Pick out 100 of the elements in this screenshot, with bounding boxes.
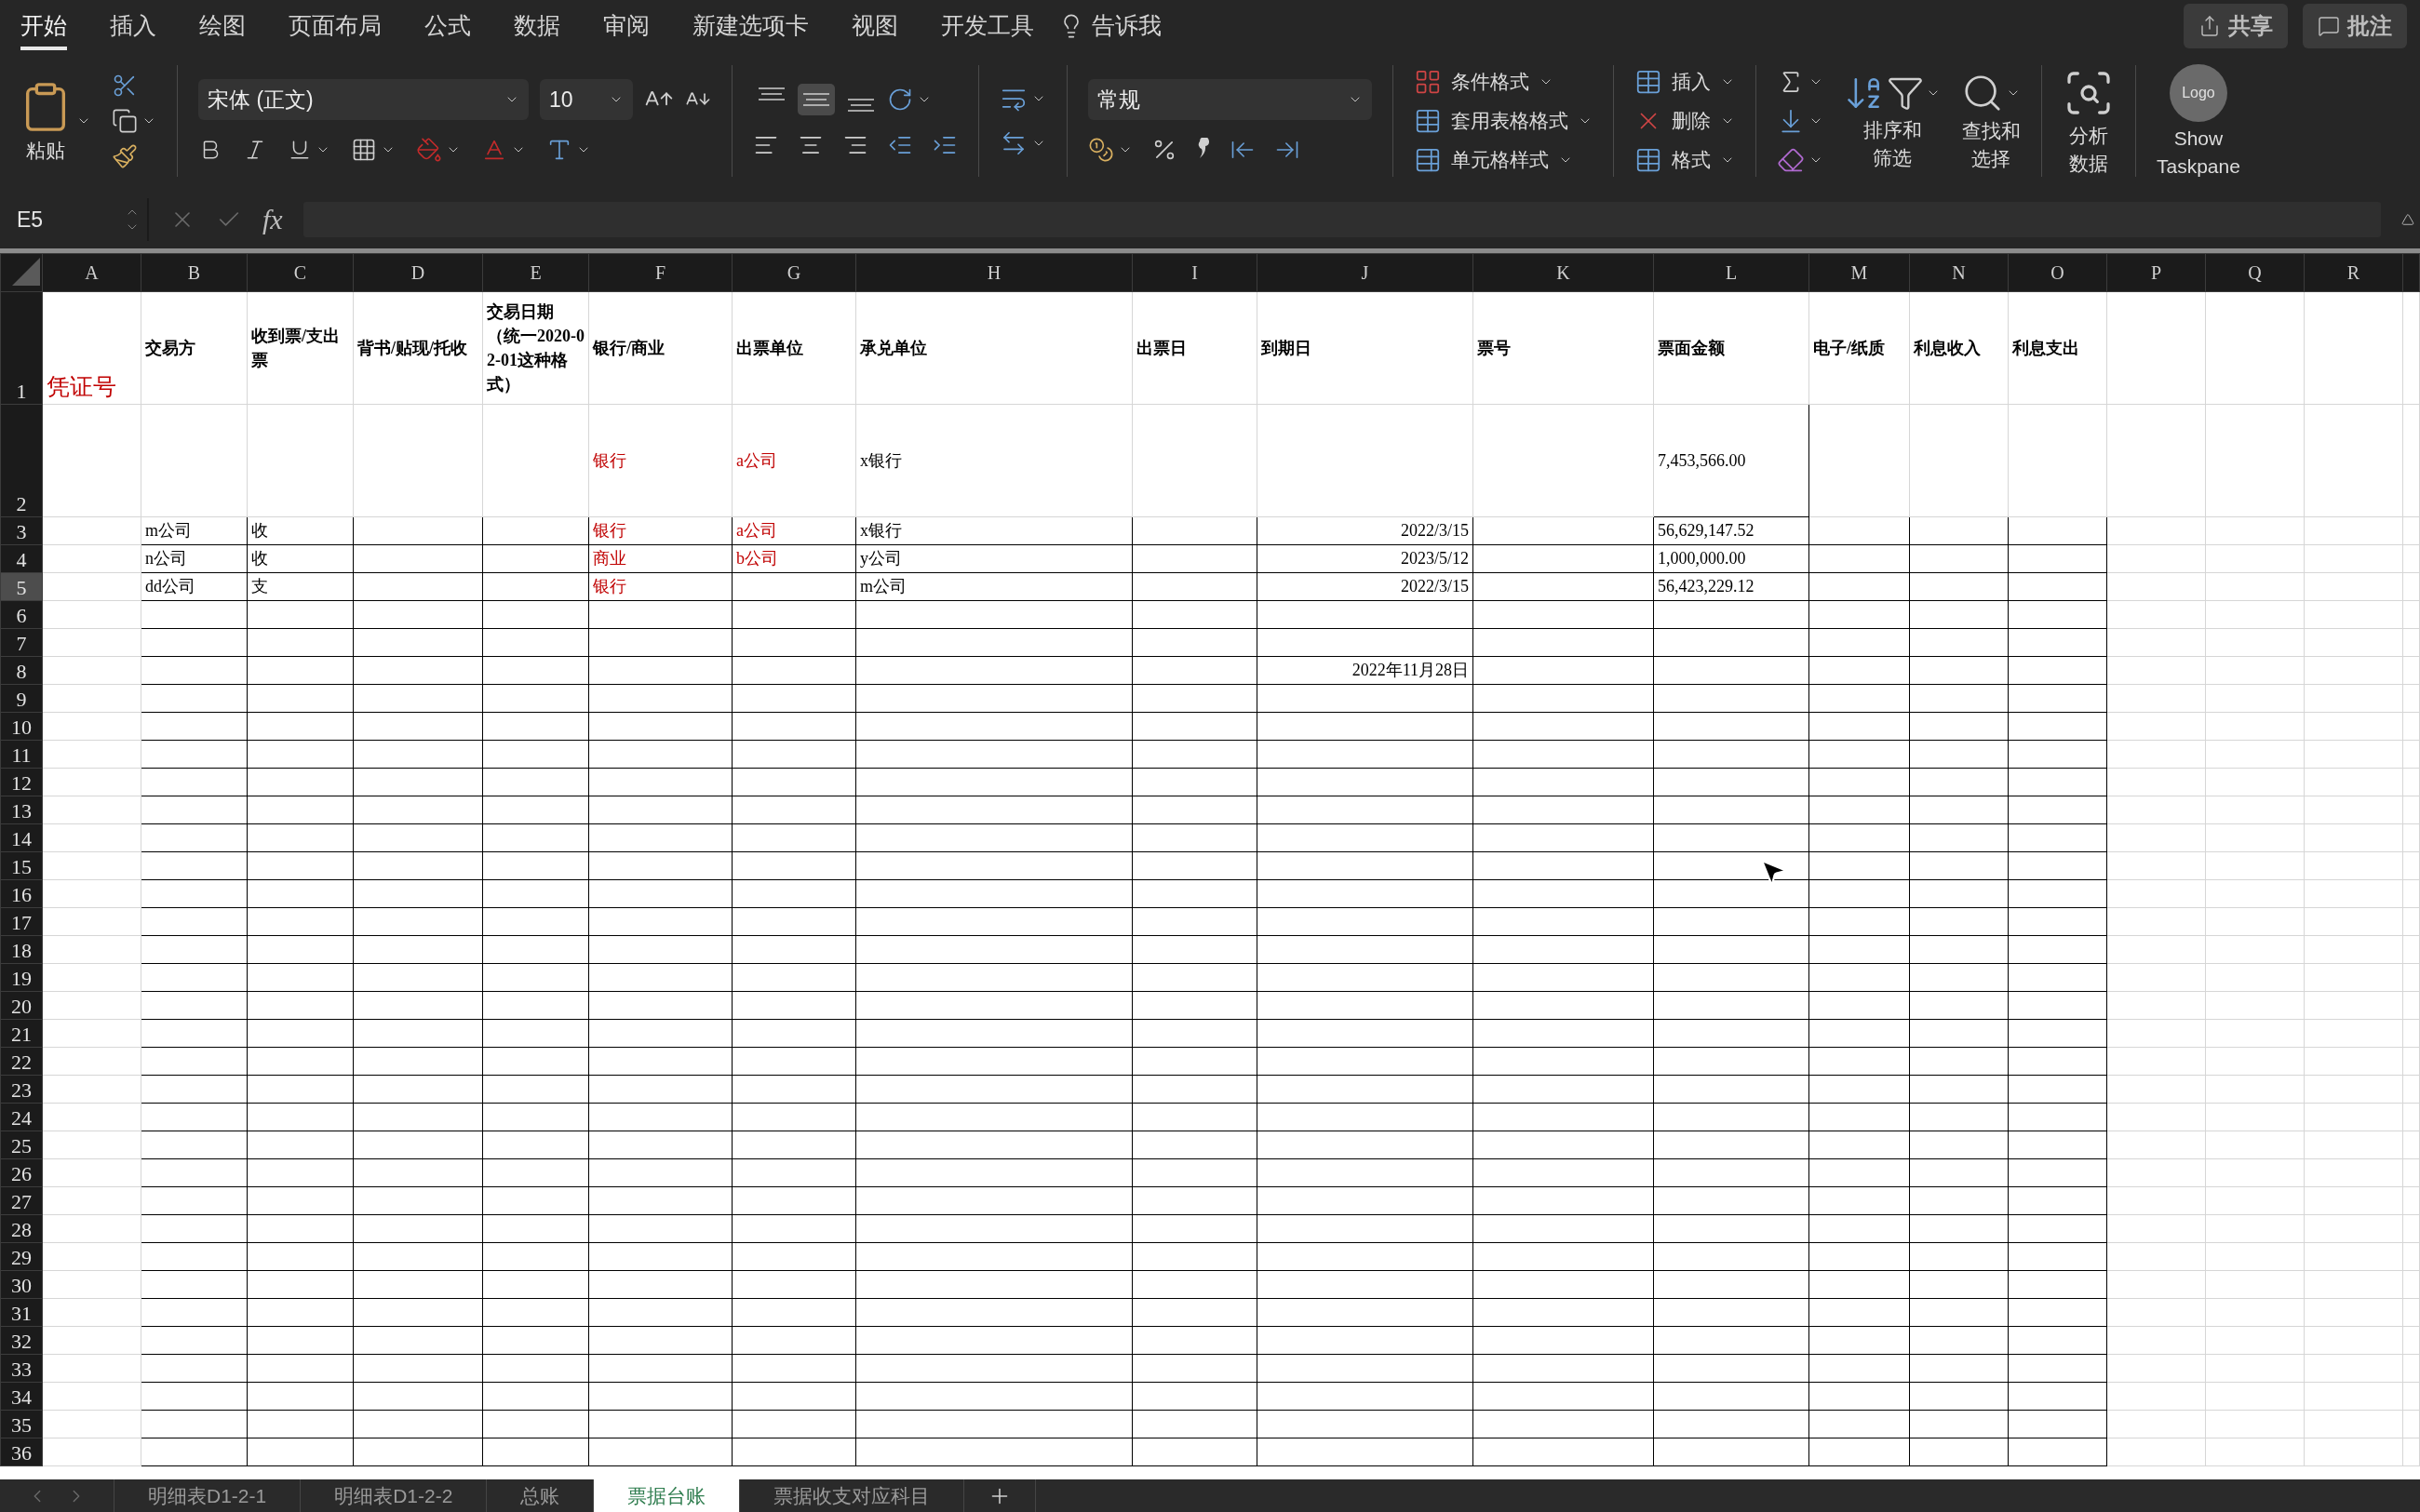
add-sheet-button[interactable] — [963, 1479, 1037, 1512]
row-number[interactable]: 35 — [0, 1410, 43, 1438]
name-box[interactable]: E5 — [0, 198, 149, 241]
align-top-icon — [759, 87, 785, 100]
row-number[interactable]: 7 — [0, 628, 43, 657]
share-button[interactable]: 共享 — [2184, 3, 2288, 48]
table-cell: dd公司 — [141, 572, 248, 601]
insert-cells-button[interactable]: 插入 — [1634, 68, 1735, 96]
row-number[interactable]: 24 — [0, 1103, 43, 1131]
fill-color-icon[interactable] — [416, 137, 442, 163]
row-number[interactable]: 17 — [0, 907, 43, 936]
column-letter[interactable]: R — [2304, 253, 2403, 292]
paintbrush-icon[interactable] — [112, 143, 138, 169]
align-middle-icon — [803, 93, 829, 106]
row-number[interactable]: 27 — [0, 1186, 43, 1215]
row-number[interactable]: 2 — [0, 404, 43, 517]
row-number[interactable]: 32 — [0, 1326, 43, 1355]
column-letter[interactable]: J — [1257, 253, 1473, 292]
row-number[interactable]: 36 — [0, 1438, 43, 1466]
column-letter[interactable]: N — [1909, 253, 2009, 292]
coins-icon[interactable] — [1088, 137, 1114, 163]
insert-function-label[interactable]: fx — [262, 204, 283, 235]
row-number[interactable]: 21 — [0, 1019, 43, 1048]
menu-tab[interactable]: 绘图 — [199, 1, 246, 50]
row-number[interactable]: 8 — [0, 656, 43, 685]
show-taskpane-button[interactable]: Logo Show Taskpane — [2157, 63, 2240, 179]
font-size-dropdown[interactable]: 10 — [540, 79, 633, 120]
row-number[interactable]: 34 — [0, 1382, 43, 1411]
row-number[interactable]: 33 — [0, 1354, 43, 1383]
column-letter[interactable]: L — [1653, 253, 1809, 292]
row-number[interactable]: 26 — [0, 1158, 43, 1187]
menu-tab[interactable]: 数据 — [514, 1, 560, 50]
column-letter[interactable]: G — [732, 253, 856, 292]
cell-styles-button[interactable]: 单元格样式 — [1414, 146, 1573, 174]
column-letter[interactable]: O — [2008, 253, 2107, 292]
row-number[interactable]: 6 — [0, 600, 43, 629]
analyze-data-button[interactable]: 分析 数据 — [2063, 66, 2115, 176]
row-number[interactable]: 23 — [0, 1075, 43, 1104]
format-cells-button[interactable]: 格式 — [1634, 146, 1735, 174]
delete-cells-button[interactable]: 删除 — [1634, 107, 1735, 135]
column-letter[interactable]: Q — [2205, 253, 2305, 292]
find-select-button[interactable]: 查找和 选择 — [1961, 71, 2021, 171]
conditional-format-button[interactable]: 条件格式 — [1414, 68, 1553, 96]
menu-tab[interactable]: 新建选项卡 — [692, 1, 809, 50]
format-as-table-button[interactable]: 套用表格格式 — [1414, 107, 1593, 135]
row-number[interactable]: 10 — [0, 712, 43, 741]
row-number[interactable]: 14 — [0, 823, 43, 852]
column-letter[interactable]: F — [588, 253, 733, 292]
borders-icon[interactable] — [351, 137, 377, 163]
column-letter[interactable]: M — [1808, 253, 1910, 292]
font-name-dropdown[interactable]: 宋体 (正文) — [198, 79, 529, 120]
column-heading: 出票日 — [1132, 291, 1257, 405]
menu-tab[interactable]: 审阅 — [603, 1, 650, 50]
row-number[interactable]: 5 — [0, 572, 43, 601]
column-letter[interactable]: A — [42, 253, 141, 292]
row-number[interactable]: 9 — [0, 684, 43, 713]
column-letter[interactable]: C — [247, 253, 354, 292]
tell-me-search[interactable]: 告诉我 — [1092, 10, 1162, 41]
sort-filter-button[interactable]: 排序和 筛选 — [1844, 72, 1941, 170]
column-letter[interactable]: K — [1472, 253, 1654, 292]
column-letter[interactable]: B — [141, 253, 248, 292]
menu-tab[interactable]: 页面布局 — [289, 1, 382, 50]
menu-tab[interactable]: 视图 — [852, 1, 898, 50]
sheet-tab[interactable]: 票据台账 — [593, 1479, 740, 1512]
comment-icon[interactable] — [2318, 14, 2340, 37]
column-letter[interactable]: D — [353, 253, 483, 292]
menu-tab[interactable]: 开发工具 — [941, 1, 1034, 50]
row-number[interactable]: 18 — [0, 935, 43, 964]
row-number[interactable]: 15 — [0, 851, 43, 880]
column-letter[interactable]: H — [855, 253, 1133, 292]
row-number[interactable]: 19 — [0, 963, 43, 992]
row-number[interactable]: 3 — [0, 516, 43, 545]
eraser-icon[interactable] — [1777, 146, 1805, 174]
table-cell: n公司 — [141, 544, 248, 573]
column-letter[interactable]: P — [2106, 253, 2206, 292]
row-number[interactable]: 16 — [0, 879, 43, 908]
row-number[interactable]: 12 — [0, 768, 43, 796]
column-letter[interactable]: E — [482, 253, 589, 292]
row-number[interactable]: 1 — [0, 291, 43, 405]
share-icon[interactable] — [2198, 14, 2221, 37]
number-format-dropdown[interactable]: 常规 — [1088, 79, 1372, 120]
row-number[interactable]: 25 — [0, 1131, 43, 1159]
row-number[interactable]: 30 — [0, 1270, 43, 1299]
copy-icon[interactable] — [112, 108, 138, 134]
menu-tab[interactable]: 插入 — [110, 1, 156, 50]
row-number[interactable]: 11 — [0, 740, 43, 769]
expand-icon[interactable] — [2401, 213, 2414, 226]
comments-button[interactable]: 批注 — [2303, 3, 2407, 48]
column-letter[interactable]: I — [1132, 253, 1257, 292]
row-number[interactable]: 22 — [0, 1047, 43, 1076]
row-number[interactable]: 20 — [0, 991, 43, 1020]
vertical-align-button[interactable] — [798, 84, 835, 115]
row-number[interactable]: 29 — [0, 1242, 43, 1271]
row-number[interactable]: 4 — [0, 544, 43, 573]
row-number[interactable]: 31 — [0, 1298, 43, 1327]
paste-button[interactable]: 粘贴 — [19, 79, 73, 163]
row-number[interactable]: 28 — [0, 1214, 43, 1243]
orientation-icon[interactable] — [887, 87, 913, 113]
row-number[interactable]: 13 — [0, 796, 43, 824]
menu-tab[interactable]: 公式 — [424, 1, 471, 50]
